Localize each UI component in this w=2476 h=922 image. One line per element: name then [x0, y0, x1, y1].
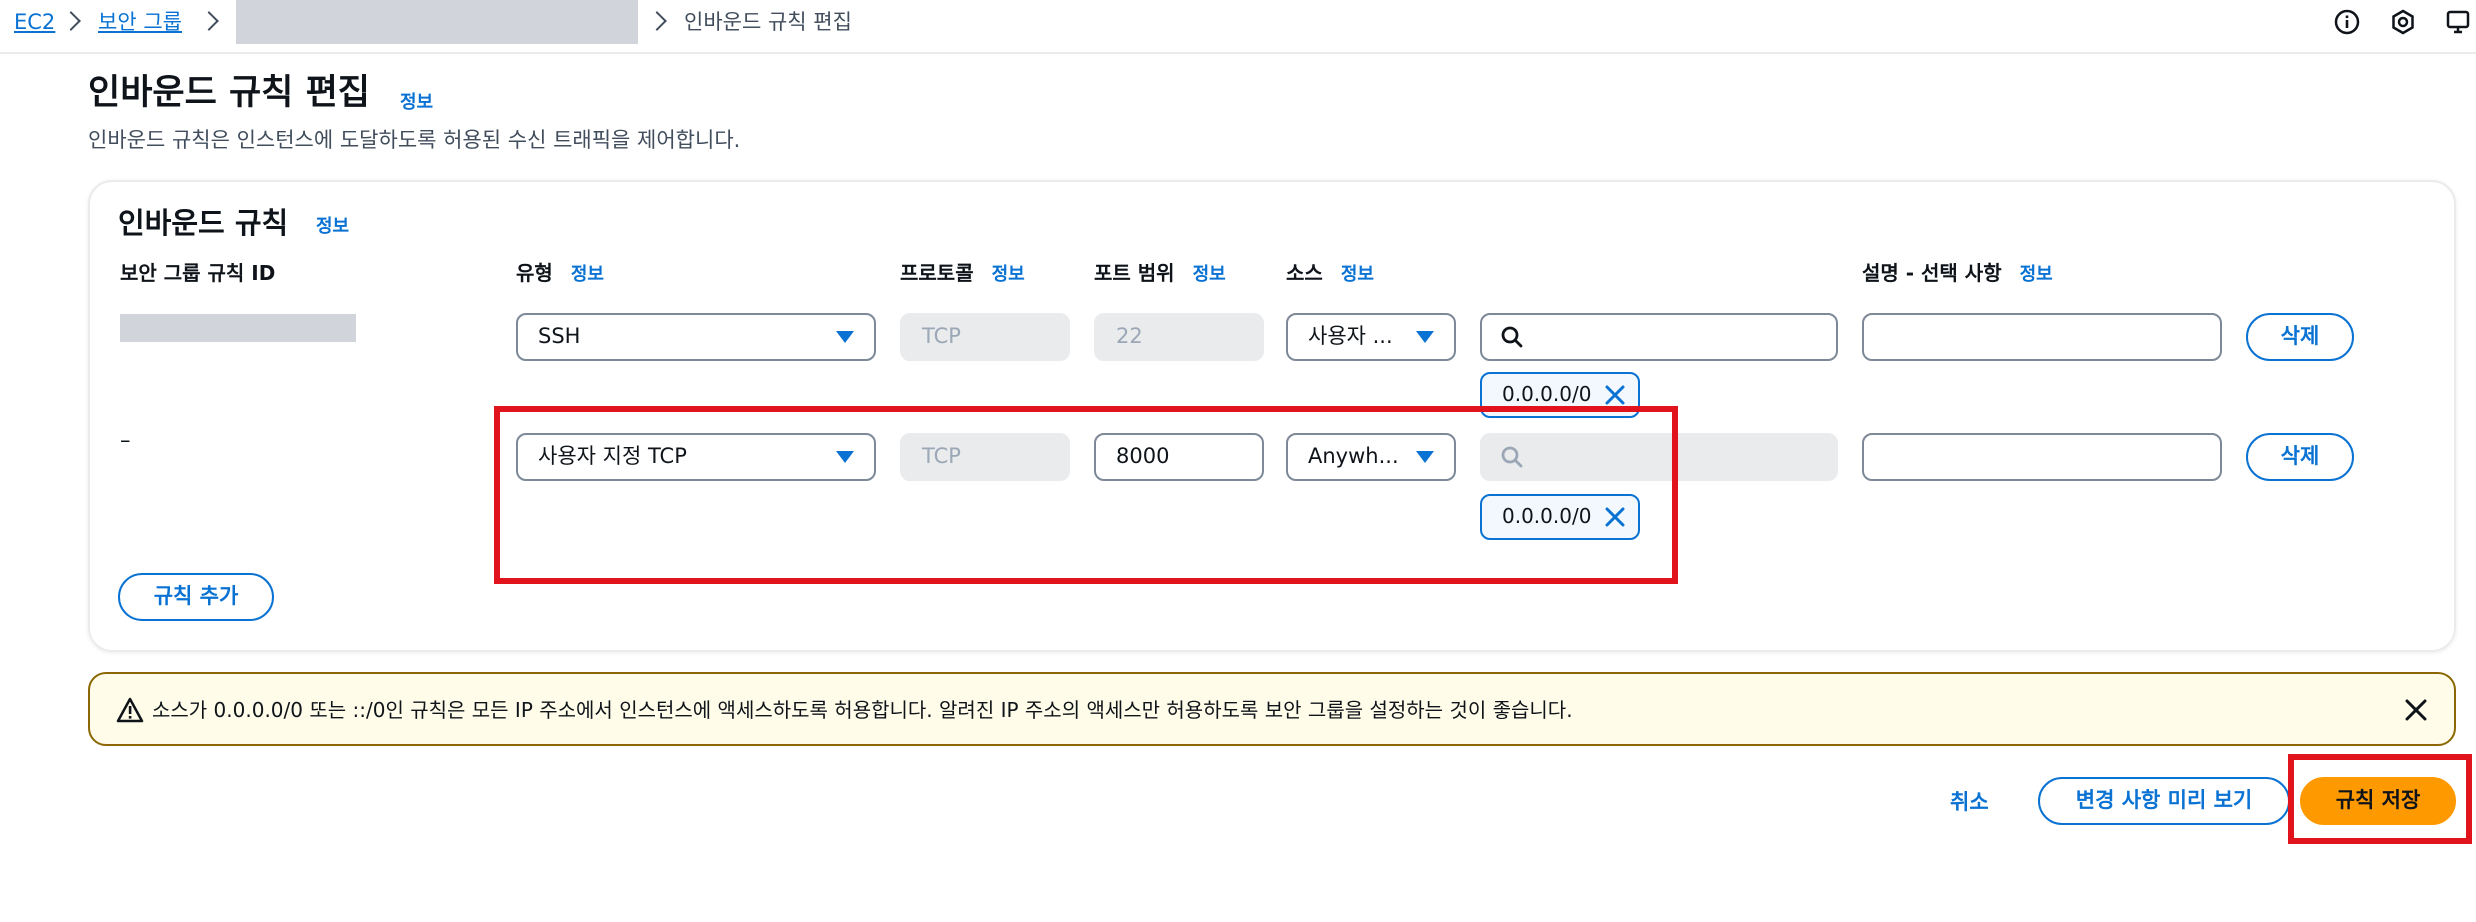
breadcrumb-security-groups[interactable]: 보안 그룹 [98, 6, 182, 38]
source-search-input[interactable] [1480, 313, 1838, 361]
source-info-link[interactable]: 정보 [1341, 264, 1374, 285]
source-select[interactable]: 사용자 ... [1286, 313, 1456, 361]
port-range-input: 22 [1094, 313, 1264, 361]
type-select-value: SSH [538, 324, 581, 348]
cidr-token-label: 0.0.0.0/0 [1502, 382, 1592, 406]
close-icon[interactable] [1604, 384, 1626, 406]
type-select[interactable]: SSH [516, 313, 876, 361]
notifications-icon[interactable] [2446, 9, 2472, 35]
protocol-info-link[interactable]: 정보 [992, 264, 1025, 285]
column-header-description: 설명 - 선택 사항 정보 [1862, 261, 2053, 285]
type-info-link[interactable]: 정보 [571, 264, 604, 285]
search-icon [1501, 326, 1523, 348]
column-header-port-range: 포트 범위 정보 [1094, 261, 1226, 285]
preview-changes-button[interactable]: 변경 사항 미리 보기 [2038, 777, 2290, 825]
chevron-right-icon [647, 11, 667, 31]
add-rule-button[interactable]: 규칙 추가 [118, 573, 274, 621]
port-range-info-link[interactable]: 정보 [1193, 264, 1226, 285]
rule-id-redacted [120, 314, 356, 342]
caret-down-icon [1416, 331, 1434, 343]
rule-id: – [120, 428, 131, 452]
protocol-field: TCP [900, 313, 1070, 361]
column-header-rule-id: 보안 그룹 규칙 ID [120, 261, 276, 285]
warning-alert: 소스가 0.0.0.0/0 또는 ::/0인 규칙은 모든 IP 주소에서 인스… [88, 672, 2456, 746]
description-input[interactable] [1862, 313, 2222, 361]
chevron-right-icon [61, 11, 81, 31]
close-icon[interactable] [2404, 698, 2428, 722]
delete-rule-button[interactable]: 삭제 [2246, 313, 2354, 361]
breadcrumb-ec2[interactable]: EC2 [14, 6, 55, 38]
annotation-highlight-row [494, 406, 1678, 584]
annotation-highlight-save [2288, 754, 2472, 844]
page-title-info-link[interactable]: 정보 [400, 88, 433, 114]
top-bar: EC2 보안 그룹 인바운드 규칙 편집 [0, 0, 2476, 54]
panel-title: 인바운드 규칙 [118, 206, 289, 240]
source-select-value: 사용자 ... [1308, 324, 1393, 348]
column-header-type: 유형 정보 [516, 261, 604, 285]
description-input[interactable] [1862, 433, 2222, 481]
panel-info-link[interactable]: 정보 [316, 212, 349, 238]
redacted-security-group-id [236, 0, 638, 44]
cancel-button[interactable]: 취소 [1950, 786, 1989, 816]
column-header-protocol: 프로토콜 정보 [900, 261, 1025, 285]
column-header-source: 소스 정보 [1286, 261, 1374, 285]
chevron-right-icon [199, 11, 219, 31]
caret-down-icon [836, 331, 854, 343]
page-title: 인바운드 규칙 편집 [88, 73, 370, 113]
page-description: 인바운드 규칙은 인스턴스에 도달하도록 허용된 수신 트래픽을 제어합니다. [88, 128, 741, 152]
warning-icon [116, 697, 144, 723]
warning-alert-text: 소스가 0.0.0.0/0 또는 ::/0인 규칙은 모든 IP 주소에서 인스… [152, 698, 1573, 722]
delete-rule-button[interactable]: 삭제 [2246, 433, 2354, 481]
description-info-link[interactable]: 정보 [2020, 264, 2053, 285]
breadcrumb-current: 인바운드 규칙 편집 [684, 10, 852, 34]
settings-icon[interactable] [2390, 9, 2416, 35]
info-icon[interactable] [2334, 9, 2360, 35]
